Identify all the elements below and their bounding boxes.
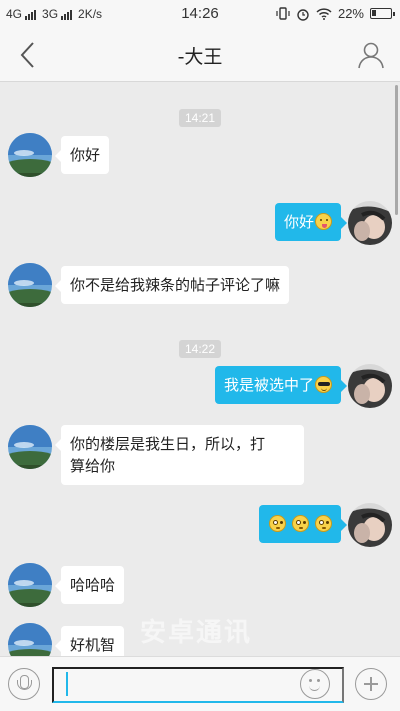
- message-bubble[interactable]: 你好: [274, 203, 348, 241]
- plus-icon[interactable]: [355, 668, 387, 700]
- contact-avatar[interactable]: [8, 263, 52, 307]
- message-bubble[interactable]: 你好: [54, 136, 110, 174]
- timestamp: 14:22: [0, 338, 400, 358]
- message-text: 你好: [70, 146, 101, 164]
- sunglasses-emoji-icon: [315, 376, 332, 393]
- my-avatar[interactable]: [348, 201, 392, 245]
- message-row: 你好: [0, 133, 400, 183]
- message-bubble[interactable]: 你的楼层是我生日，所以，打 算给你: [55, 425, 304, 485]
- message-text-line: 算给你: [70, 457, 116, 475]
- message-list[interactable]: 14:21 你好 你好 你不是给我辣条的帖子评论了嘛 14:22 我是被选中了: [0, 83, 400, 656]
- person-icon[interactable]: [354, 38, 388, 72]
- message-bubble[interactable]: 我是被选中了: [214, 366, 348, 404]
- message-bubble[interactable]: 哈哈哈: [54, 566, 125, 604]
- battery-icon: [370, 8, 395, 19]
- contact-avatar[interactable]: [8, 563, 52, 607]
- message-text: 我是被选中了: [223, 376, 314, 394]
- my-avatar[interactable]: [348, 364, 392, 408]
- tongue-emoji-icon: [315, 213, 332, 230]
- contact-avatar[interactable]: [8, 425, 52, 469]
- text-caret: [66, 672, 68, 696]
- message-row: 你好: [0, 201, 400, 251]
- message-text: 你好: [283, 213, 314, 231]
- message-bubble[interactable]: [259, 505, 347, 543]
- contact-avatar[interactable]: [8, 133, 52, 177]
- status-bar: 4G 3G 2K/s 14:26 22%: [0, 0, 400, 28]
- smiley-icon[interactable]: [300, 669, 330, 699]
- alarm-icon: [297, 8, 309, 21]
- contact-avatar[interactable]: [8, 623, 52, 656]
- watermark: 安卓通讯: [140, 618, 253, 648]
- message-bubble[interactable]: 好机智: [54, 626, 125, 656]
- message-row: 我是被选中了: [0, 364, 400, 414]
- message-row: 你的楼层是我生日，所以，打 算给你: [0, 425, 400, 485]
- my-avatar[interactable]: [348, 503, 392, 547]
- battery-percent: 22%: [337, 6, 364, 21]
- wifi-icon: [316, 7, 332, 20]
- flushed-emoji-icon: [269, 515, 287, 532]
- timestamp: 14:21: [0, 107, 400, 127]
- message-text: 哈哈哈: [70, 576, 116, 594]
- page-title: -大王: [177, 46, 223, 68]
- message-row: [0, 503, 400, 553]
- microphone-icon[interactable]: [8, 668, 40, 700]
- message-text: 好机智: [70, 636, 116, 654]
- message-row: 哈哈哈: [0, 563, 400, 613]
- message-text-line: 你的楼层是我生日，所以，打: [70, 435, 266, 453]
- message-text: 你不是给我辣条的帖子评论了嘛: [70, 276, 281, 294]
- message-row: 你不是给我辣条的帖子评论了嘛: [0, 263, 400, 313]
- flushed-emoji-icon: [292, 515, 310, 532]
- composer-bar: [0, 656, 400, 711]
- vibrate-icon: [276, 7, 290, 20]
- chat-header: -大王: [0, 28, 400, 82]
- flushed-emoji-icon: [315, 515, 332, 532]
- message-bubble[interactable]: 你不是给我辣条的帖子评论了嘛: [54, 266, 290, 304]
